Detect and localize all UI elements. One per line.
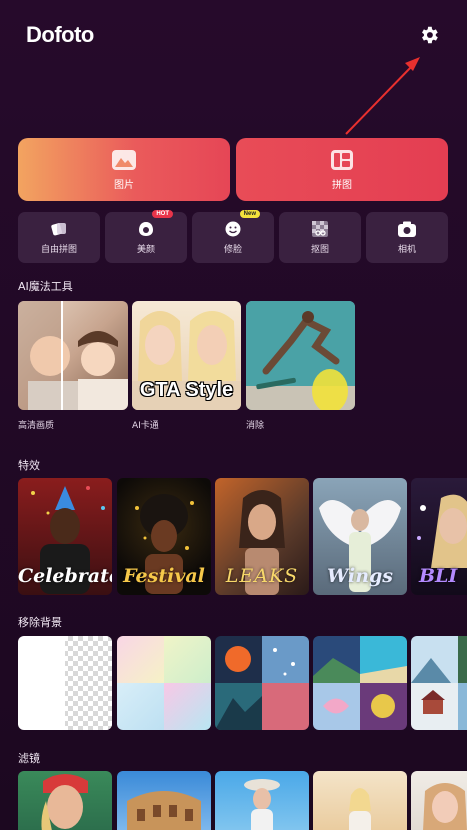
bg-scenery-card[interactable]	[215, 636, 309, 730]
effect-festival-card[interactable]: Festival	[117, 478, 211, 595]
tool-face[interactable]: New 修脸	[192, 210, 274, 263]
tool-label: 修脸	[223, 245, 242, 255]
free-collage-icon	[51, 223, 66, 236]
bg-fantasy-card[interactable]	[313, 636, 407, 730]
tool-cutout[interactable]: 抠图	[279, 212, 361, 263]
photo-label: 图片	[114, 179, 134, 191]
ai-tool-eraser-card[interactable]	[246, 301, 355, 410]
filter-card[interactable]	[313, 771, 407, 830]
filter-thumbnail	[244, 779, 280, 830]
gradient-thumbnail	[117, 636, 211, 730]
section-title-effects: 特效	[18, 459, 40, 472]
ai-tool-label: 消除	[246, 421, 265, 431]
cutout-icon	[312, 221, 328, 237]
collage-label: 拼图	[332, 179, 352, 191]
fantasy-thumbnail	[313, 636, 407, 730]
effect-overlay-text: Wings	[326, 565, 394, 587]
app-logo: Dofoto	[26, 22, 94, 47]
filter-card[interactable]	[411, 771, 467, 830]
section-title-ai-tools: AI魔法工具	[18, 280, 73, 293]
effect-overlay-text: BLI	[419, 565, 458, 587]
ai-tool-cartoon-card[interactable]: GTA Style	[132, 301, 241, 410]
annotation-arrow	[345, 57, 420, 135]
effect-overlay-text: LEAKS	[225, 565, 299, 587]
hot-badge: HOT	[152, 210, 173, 218]
filter-card[interactable]	[215, 771, 309, 830]
gta-style-text: GTA Style	[139, 379, 234, 401]
tool-beauty[interactable]: HOT 美颜	[105, 210, 187, 263]
section-title-filters: 滤镜	[18, 752, 40, 765]
effect-celebrate-card[interactable]: Celebrate	[18, 478, 112, 595]
bg-white-transparent-card[interactable]	[18, 636, 112, 730]
collage-button[interactable]: 拼图	[236, 138, 448, 201]
effect-wings-card[interactable]: Wings	[313, 478, 407, 595]
tool-label: 抠图	[310, 245, 329, 255]
new-badge: New	[239, 210, 260, 218]
transparent-checker-thumbnail	[65, 636, 112, 730]
beauty-icon	[139, 222, 153, 236]
photo-button[interactable]: 图片	[18, 138, 230, 201]
bg-nature-card[interactable]	[411, 636, 467, 730]
tool-label: 美颜	[136, 245, 155, 255]
nature-thumbnail	[411, 636, 467, 730]
ai-tool-hd-card[interactable]	[18, 301, 128, 410]
compare-divider[interactable]	[61, 301, 63, 410]
filter-thumbnail	[423, 783, 467, 830]
filter-card[interactable]	[117, 771, 211, 830]
tool-row: 自由拼图 HOT 美颜 New 修脸 抠图 相机	[18, 210, 448, 263]
filter-thumbnail	[349, 788, 371, 830]
bg-gradient-card[interactable]	[117, 636, 211, 730]
effect-overlay-text: Festival	[123, 565, 205, 587]
filter-thumbnail	[127, 791, 201, 830]
section-title-remove-bg: 移除背景	[18, 616, 62, 629]
effect-leaks-card[interactable]: LEAKS	[215, 478, 309, 595]
effect-overlay-text: Celebrate	[18, 565, 112, 587]
filter-thumbnail	[41, 774, 88, 830]
scenery-thumbnail	[215, 636, 309, 730]
effect-bling-card[interactable]: BLI	[411, 478, 467, 595]
eraser-thumbnail	[246, 301, 355, 410]
hd-photo-thumbnail	[18, 301, 128, 410]
tool-label: 自由拼图	[40, 245, 77, 255]
filter-card[interactable]	[18, 771, 112, 830]
collage-icon	[331, 149, 353, 170]
camera-icon	[398, 221, 416, 237]
tool-free-collage[interactable]: 自由拼图	[18, 212, 100, 263]
gear-icon[interactable]	[418, 24, 440, 46]
tool-label: 相机	[397, 245, 416, 255]
face-icon	[225, 221, 241, 237]
image-icon	[112, 149, 136, 170]
ai-tool-label: AI卡通	[132, 421, 159, 431]
tool-camera[interactable]: 相机	[366, 212, 448, 263]
ai-tool-label: 高清画质	[18, 421, 55, 431]
